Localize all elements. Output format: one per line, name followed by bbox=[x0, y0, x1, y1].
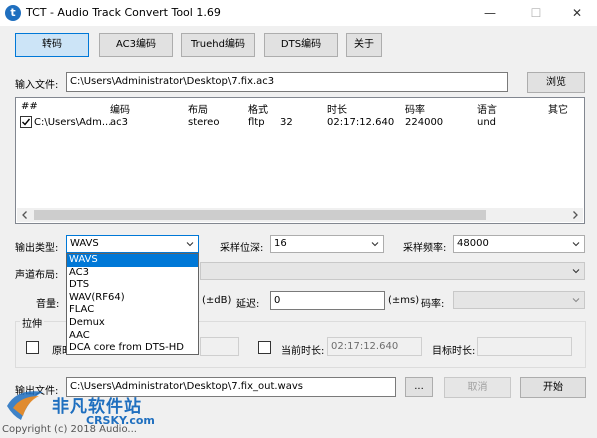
track-bits: 32 bbox=[280, 117, 293, 128]
tab-ac3-encode[interactable]: AC3编码 bbox=[99, 33, 173, 57]
track-bitrate: 224000 bbox=[405, 117, 444, 128]
bit-depth-select[interactable]: 16 bbox=[270, 235, 384, 253]
cancel-button[interactable]: 取消 bbox=[444, 377, 511, 398]
dropdown-option[interactable]: AC3 bbox=[67, 267, 198, 280]
column-header[interactable]: 编码 bbox=[110, 101, 130, 116]
delay-label: 延迟: bbox=[236, 299, 260, 310]
column-header[interactable]: ## bbox=[21, 101, 38, 112]
start-button[interactable]: 开始 bbox=[520, 377, 586, 398]
column-header[interactable]: 语言 bbox=[477, 101, 497, 116]
track-codec: ac3 bbox=[110, 117, 128, 128]
column-header[interactable]: 时长 bbox=[327, 101, 347, 116]
tab-transcode[interactable]: 转码 bbox=[15, 33, 89, 57]
tab-about[interactable]: 关于 bbox=[346, 33, 382, 57]
column-header[interactable]: 布局 bbox=[188, 101, 208, 116]
delay-unit: (±ms) bbox=[388, 295, 420, 306]
scroll-left-icon[interactable] bbox=[20, 210, 30, 220]
chevron-down-icon bbox=[572, 242, 580, 247]
track-checkbox[interactable] bbox=[20, 116, 32, 128]
chevron-down-icon bbox=[572, 269, 580, 274]
output-type-value: WAVS bbox=[70, 238, 99, 249]
horizontal-scrollbar[interactable] bbox=[17, 208, 583, 222]
target-duration-label: 目标时长: bbox=[432, 346, 476, 357]
close-icon[interactable]: ✕ bbox=[557, 0, 597, 26]
column-header[interactable]: 格式 bbox=[248, 101, 268, 116]
stretch-group-label: 拉伸 bbox=[20, 315, 44, 330]
sample-rate-value: 48000 bbox=[457, 238, 489, 249]
dropdown-option[interactable]: Demux bbox=[67, 317, 198, 330]
target-duration-field[interactable] bbox=[477, 337, 572, 356]
output-type-dropdown[interactable]: WAVS AC3 DTS WAV(RF64) FLAC Demux AAC DC… bbox=[66, 253, 199, 355]
title-bar: t TCT - Audio Track Convert Tool 1.69 — … bbox=[0, 0, 597, 26]
dropdown-option[interactable]: DTS bbox=[67, 279, 198, 292]
current-duration-label: 当前时长: bbox=[281, 346, 325, 357]
input-file-field[interactable]: C:\Users\Administrator\Desktop\7.fix.ac3 bbox=[66, 72, 508, 92]
watermark-logo-icon bbox=[7, 391, 43, 420]
maximize-icon: ☐ bbox=[530, 6, 542, 20]
column-header[interactable]: 其它 bbox=[548, 101, 568, 116]
track-layout: stereo bbox=[188, 117, 220, 128]
window-title: TCT - Audio Track Convert Tool 1.69 bbox=[26, 6, 221, 19]
original-duration-checkbox[interactable] bbox=[26, 341, 39, 354]
bitrate-label: 码率: bbox=[421, 299, 445, 310]
dropdown-option[interactable]: WAVS bbox=[67, 254, 198, 267]
minimize-icon[interactable]: — bbox=[470, 0, 510, 26]
current-duration-checkbox[interactable] bbox=[258, 341, 271, 354]
chevron-down-icon bbox=[572, 298, 580, 303]
chevron-down-icon bbox=[186, 242, 194, 247]
app-icon: t bbox=[5, 5, 21, 21]
track-duration: 02:17:12.640 bbox=[327, 117, 395, 128]
dropdown-option[interactable]: FLAC bbox=[67, 304, 198, 317]
input-file-label: 输入文件: bbox=[15, 80, 59, 91]
sample-rate-label: 采样频率: bbox=[403, 243, 447, 254]
volume-unit: (±dB) bbox=[202, 295, 232, 306]
browse-button[interactable]: 浏览 bbox=[527, 72, 585, 93]
volume-label: 音量: bbox=[36, 299, 60, 310]
chevron-down-icon bbox=[371, 242, 379, 247]
track-language: und bbox=[477, 117, 497, 128]
channel-layout-label: 声道布局: bbox=[15, 270, 59, 281]
column-header[interactable]: 码率 bbox=[405, 101, 425, 116]
bitrate-select[interactable] bbox=[453, 291, 585, 309]
site-watermark: 非凡软件站 CRSKY.com Copyright (c) 2018 Audio… bbox=[0, 384, 200, 438]
copyright-text: Copyright (c) 2018 Audio... bbox=[2, 424, 137, 435]
table-row[interactable]: C:\Users\Adm... ac3 stereo fltp 32 02:17… bbox=[16, 115, 584, 129]
bit-depth-label: 采样位深: bbox=[220, 243, 264, 254]
scrollbar-thumb[interactable] bbox=[34, 210, 486, 220]
tab-dts-encode[interactable]: DTS编码 bbox=[264, 33, 338, 57]
dropdown-option[interactable]: WAV(RF64) bbox=[67, 292, 198, 305]
tab-truehd-encode[interactable]: Truehd编码 bbox=[181, 33, 255, 57]
current-duration-field[interactable]: 02:17:12.640 bbox=[327, 337, 422, 356]
delay-input[interactable]: 0 bbox=[270, 291, 385, 310]
scroll-right-icon[interactable] bbox=[570, 210, 580, 220]
track-format: fltp bbox=[248, 117, 265, 128]
dropdown-option[interactable]: AAC bbox=[67, 330, 198, 343]
bit-depth-value: 16 bbox=[274, 238, 287, 249]
output-type-select[interactable]: WAVS bbox=[66, 235, 199, 253]
track-list[interactable]: ## 编码 布局 格式 时长 码率 语言 其它 C:\Users\Adm... … bbox=[15, 97, 585, 224]
sample-rate-select[interactable]: 48000 bbox=[453, 235, 585, 253]
output-browse-button[interactable]: ... bbox=[405, 377, 433, 397]
dropdown-option[interactable]: DCA core from DTS-HD bbox=[67, 342, 198, 355]
original-duration-field[interactable] bbox=[200, 337, 239, 356]
channel-layout-select[interactable] bbox=[200, 262, 585, 280]
output-type-label: 输出类型: bbox=[15, 243, 59, 254]
track-path: C:\Users\Adm... bbox=[34, 117, 112, 128]
